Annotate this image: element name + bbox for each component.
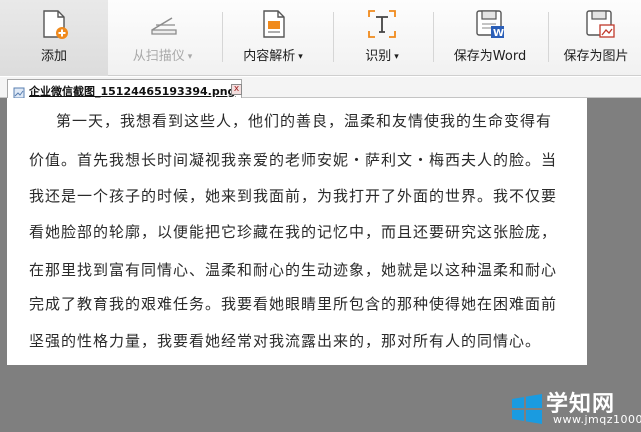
- dropdown-caret-icon: ▾: [298, 52, 303, 62]
- text-line: 看她脸部的轮廓，以便能把它珍藏在我的记忆中，而且还要研究这张脸庞，: [29, 223, 558, 241]
- content-analysis-button[interactable]: 内容解析 ▾: [223, 0, 323, 76]
- save-as-word-label: 保存为Word: [453, 49, 527, 64]
- dropdown-caret-icon: ▾: [394, 52, 399, 62]
- document-tab[interactable]: 企业微信截图_15124465193394.png x: [7, 79, 242, 99]
- add-document-icon: [40, 8, 70, 44]
- save-as-image-label: 保存为图片: [563, 49, 629, 64]
- content-analysis-label: 内容解析: [243, 49, 296, 64]
- from-scanner-button[interactable]: 从扫描仪 ▾: [111, 0, 214, 76]
- content-analysis-icon: [259, 8, 289, 44]
- recognize-button[interactable]: 识别 ▾: [336, 0, 428, 76]
- watermark-logo: 学知网 www.jmqz1000.com: [508, 386, 641, 430]
- document-page: 第一天，我想看到这些人，他们的善良，温柔和友情使我的生命变得有 价值。首先我想长…: [7, 98, 587, 365]
- windows-logo-icon: [512, 394, 542, 424]
- document-tab-strip: 企业微信截图_15124465193394.png x: [0, 77, 641, 99]
- text-line: 我还是一个孩子的时候，她来到我面前，为我打开了外面的世界。我不仅要: [29, 187, 558, 205]
- save-word-icon: W: [474, 8, 506, 44]
- save-as-image-button[interactable]: 保存为图片: [551, 0, 641, 76]
- close-icon[interactable]: x: [231, 84, 242, 95]
- scanner-icon: [147, 8, 181, 42]
- text-line: 完成了教育我的艰难任务。我要看她眼睛里所包含的那种使得她在困难面前: [29, 295, 558, 313]
- add-button-label: 添加: [40, 49, 67, 64]
- document-viewer: 第一天，我想看到这些人，他们的善良，温柔和友情使我的生命变得有 价值。首先我想长…: [0, 98, 641, 432]
- toolbar-separator: [548, 12, 549, 62]
- text-line: 在那里找到富有同情心、温柔和耐心的生动迹象，她就是以这种温柔和耐心: [29, 261, 558, 279]
- save-image-icon: [584, 8, 616, 44]
- toolbar-separator: [433, 12, 434, 62]
- text-line: 第一天，我想看到这些人，他们的善良，温柔和友情使我的生命变得有: [56, 112, 553, 130]
- text-recognize-icon: [366, 8, 398, 44]
- svg-text:W: W: [493, 28, 504, 39]
- text-line: 价值。首先我想长时间凝视我亲爱的老师安妮・萨利文・梅西夫人的脸。当: [29, 151, 558, 169]
- dropdown-caret-icon: ▾: [187, 52, 193, 62]
- text-line: 坚强的性格力量，我要看她经常对我流露出来的，那对所有人的同情心。: [29, 332, 542, 350]
- recognize-label: 识别: [365, 49, 392, 64]
- from-scanner-label: 从扫描仪: [132, 49, 185, 64]
- add-button[interactable]: 添加: [0, 0, 108, 76]
- document-tab-title: 企业微信截图_15124465193394.png: [29, 85, 236, 98]
- toolbar-separator: [333, 12, 334, 62]
- toolbar: 添加 从扫描仪 ▾ 内容解析 ▾ 识别 ▾ W 保存为Word 保存为图片: [0, 0, 641, 76]
- watermark-url: www.jmqz1000.com: [553, 413, 641, 426]
- save-as-word-button[interactable]: W 保存为Word: [436, 0, 544, 76]
